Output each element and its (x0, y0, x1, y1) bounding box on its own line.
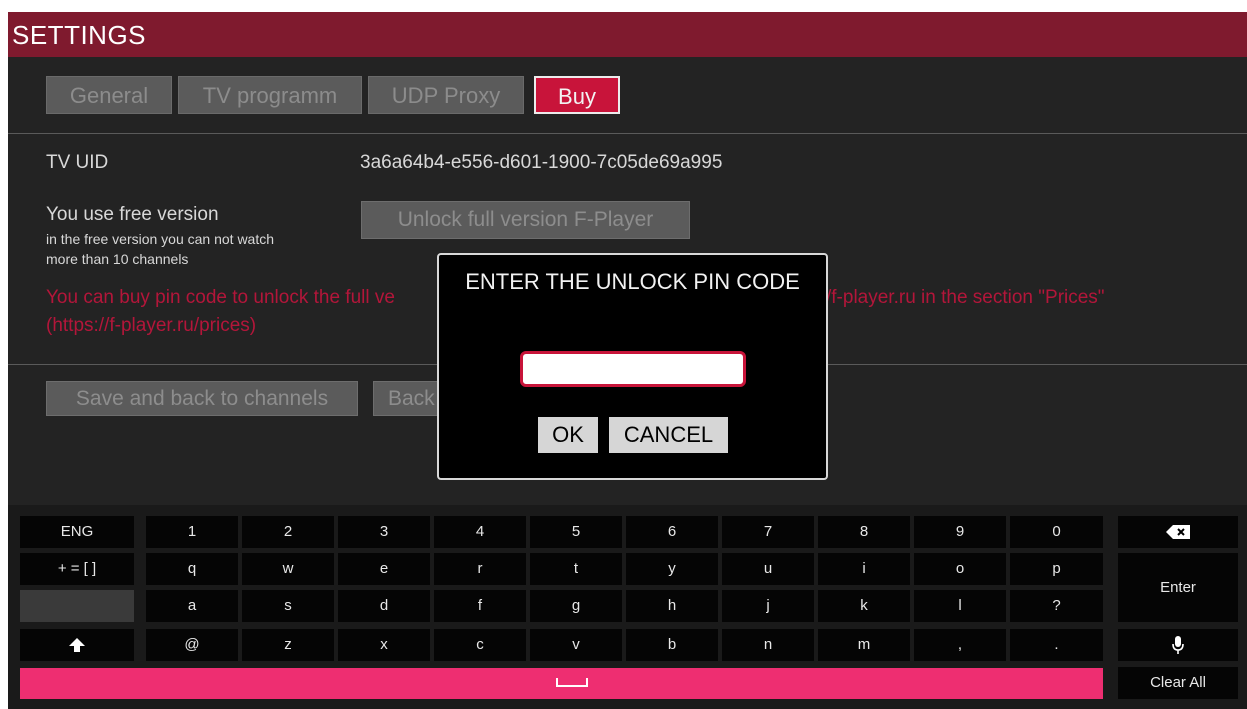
key-9[interactable]: 9 (914, 516, 1006, 548)
key-period[interactable]: . (1010, 629, 1103, 661)
key-z[interactable]: z (242, 629, 334, 661)
key-question[interactable]: ? (1010, 590, 1103, 622)
key-k[interactable]: k (818, 590, 910, 622)
key-language[interactable]: ENG (20, 516, 134, 548)
key-8[interactable]: 8 (818, 516, 910, 548)
ok-button[interactable]: OK (538, 417, 598, 453)
tab-tv-programm[interactable]: TV programm (178, 76, 362, 114)
key-a[interactable]: a (146, 590, 238, 622)
key-4[interactable]: 4 (434, 516, 526, 548)
key-enter[interactable]: Enter (1118, 553, 1238, 622)
key-2[interactable]: 2 (242, 516, 334, 548)
key-r[interactable]: r (434, 553, 526, 585)
divider (8, 133, 1247, 134)
microphone-icon (1172, 636, 1184, 655)
space-icon (556, 678, 588, 687)
key-backspace[interactable] (1118, 516, 1238, 548)
unlock-full-version-button[interactable]: Unlock full version F-Player (361, 201, 690, 239)
key-s[interactable]: s (242, 590, 334, 622)
key-e[interactable]: e (338, 553, 430, 585)
key-y[interactable]: y (626, 553, 718, 585)
key-f[interactable]: f (434, 590, 526, 622)
cancel-button[interactable]: CANCEL (609, 417, 728, 453)
key-blank (20, 590, 134, 622)
key-d[interactable]: d (338, 590, 430, 622)
key-clear-all[interactable]: Clear All (1118, 667, 1238, 699)
tab-udp-proxy[interactable]: UDP Proxy (368, 76, 524, 114)
key-w[interactable]: w (242, 553, 334, 585)
key-3[interactable]: 3 (338, 516, 430, 548)
key-comma[interactable]: , (914, 629, 1006, 661)
uid-value: 3a6a64b4-e556-d601-1900-7c05de69a995 (360, 152, 723, 173)
key-microphone[interactable] (1118, 629, 1238, 661)
key-o[interactable]: o (914, 553, 1006, 585)
free-version-title: You use free version (46, 204, 219, 225)
key-j[interactable]: j (722, 590, 814, 622)
pin-dialog: ENTER THE UNLOCK PIN CODE OK CANCEL (437, 253, 828, 480)
key-at[interactable]: @ (146, 629, 238, 661)
dialog-title: ENTER THE UNLOCK PIN CODE (465, 269, 800, 294)
uid-label: TV UID (46, 152, 109, 173)
key-g[interactable]: g (530, 590, 622, 622)
free-version-note-1: in the free version you can not watch (46, 231, 275, 247)
key-space[interactable] (20, 668, 1103, 699)
key-t[interactable]: t (530, 553, 622, 585)
key-v[interactable]: v (530, 629, 622, 661)
key-u[interactable]: u (722, 553, 814, 585)
buy-info-text-right: /f-player.ru in the section "Prices" (826, 287, 1105, 308)
key-h[interactable]: h (626, 590, 718, 622)
on-screen-keyboard: ENG + = [ ] 1 2 3 4 5 6 7 8 9 0 q w e r … (8, 505, 1247, 709)
pin-input[interactable] (520, 351, 746, 387)
key-c[interactable]: c (434, 629, 526, 661)
key-symbols[interactable]: + = [ ] (20, 553, 134, 585)
key-i[interactable]: i (818, 553, 910, 585)
buy-info-text: You can buy pin code to unlock the full … (46, 287, 395, 308)
shift-icon (69, 638, 85, 653)
key-m[interactable]: m (818, 629, 910, 661)
settings-screen: SETTINGS General TV programm UDP Proxy B… (8, 12, 1247, 709)
key-1[interactable]: 1 (146, 516, 238, 548)
prices-link[interactable]: (https://f-player.ru/prices) (46, 312, 256, 340)
tab-buy[interactable]: Buy (534, 76, 620, 114)
key-5[interactable]: 5 (530, 516, 622, 548)
key-x[interactable]: x (338, 629, 430, 661)
key-l[interactable]: l (914, 590, 1006, 622)
key-7[interactable]: 7 (722, 516, 814, 548)
key-0[interactable]: 0 (1010, 516, 1103, 548)
free-version-note-2: more than 10 channels (46, 251, 189, 267)
key-shift[interactable] (20, 629, 134, 661)
title-bar: SETTINGS (8, 12, 1247, 57)
save-and-back-button[interactable]: Save and back to channels (46, 381, 358, 416)
key-q[interactable]: q (146, 553, 238, 585)
key-n[interactable]: n (722, 629, 814, 661)
key-b[interactable]: b (626, 629, 718, 661)
key-p[interactable]: p (1010, 553, 1103, 585)
backspace-icon (1166, 525, 1190, 540)
key-6[interactable]: 6 (626, 516, 718, 548)
tab-general[interactable]: General (46, 76, 172, 114)
page-title: SETTINGS (12, 20, 147, 50)
